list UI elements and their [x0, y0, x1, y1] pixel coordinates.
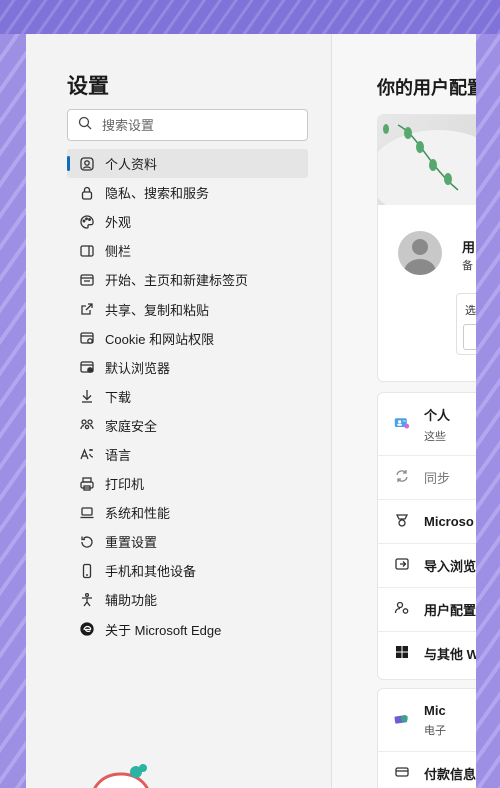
share-with-windows-row[interactable]: 与其他 W [378, 631, 476, 675]
payment-info-row[interactable]: 付款信息 [378, 751, 476, 788]
download-icon [79, 388, 95, 404]
nav-label: 个人资料 [105, 157, 158, 173]
accessibility-icon [79, 592, 95, 608]
reset-icon [79, 534, 95, 550]
palette-icon [79, 214, 95, 230]
nav-item-profile[interactable]: 个人资料 [67, 149, 308, 179]
edge-logo-icon [79, 621, 95, 637]
personal-info-row[interactable]: 个人 这些 [378, 393, 476, 455]
lock-icon [79, 185, 95, 201]
nav-label: 打印机 [105, 477, 145, 493]
nav-item-start-home[interactable]: 开始、主页和新建标签页 [67, 265, 308, 294]
row-label: 与其他 W [424, 647, 476, 662]
nav-label: 默认浏览器 [105, 360, 171, 376]
nav-item-system[interactable]: 系统和性能 [67, 498, 308, 527]
row-label: 个人 [424, 407, 451, 423]
settings-window: 设置 个人资料 隐私、搜索和服务 外观 侧栏 [26, 34, 476, 788]
home-tab-icon [79, 272, 95, 288]
browser-icon [79, 359, 95, 375]
wallet-card: Mic 电子 付款信息 [377, 688, 476, 788]
cookie-icon [79, 330, 95, 346]
nav-label: Cookie 和网站权限 [105, 331, 215, 347]
nav-label: 侧栏 [105, 244, 132, 260]
nav-item-cookies[interactable]: Cookie 和网站权限 [67, 324, 308, 353]
leaf-vine-decoration [378, 124, 476, 220]
profile-name: 用 [462, 240, 476, 255]
page-title: 你的用户配置 [377, 78, 476, 98]
profile-option-label: 选 [465, 305, 476, 317]
nav-label: 隐私、搜索和服务 [105, 186, 210, 202]
settings-nav: 个人资料 隐私、搜索和服务 外观 侧栏 开始、主页和新建标签页 共享、复制和粘贴 [67, 149, 308, 644]
row-label: 用户配置 [424, 603, 476, 618]
printer-icon [79, 476, 95, 492]
profile-option-field[interactable] [463, 324, 476, 350]
import-icon [394, 556, 410, 575]
settings-list-card: 个人 这些 同步 Microso 导入浏览 用户配置 与其他 W [377, 392, 476, 680]
nav-item-reset[interactable]: 重置设置 [67, 527, 308, 556]
nav-item-phone[interactable]: 手机和其他设备 [67, 556, 308, 585]
nav-item-about[interactable]: 关于 Microsoft Edge [67, 615, 308, 644]
family-icon [79, 417, 95, 433]
nav-item-accessibility[interactable]: 辅助功能 [67, 585, 308, 614]
profile-settings-icon [394, 600, 410, 619]
sync-row[interactable]: 同步 [378, 455, 476, 499]
nav-item-share[interactable]: 共享、复制和粘贴 [67, 294, 308, 323]
phone-icon [79, 563, 95, 579]
avatar[interactable] [398, 231, 442, 275]
nav-label: 外观 [105, 215, 132, 231]
nav-item-printers[interactable]: 打印机 [67, 469, 308, 498]
nav-label: 家庭安全 [105, 418, 158, 434]
windows-icon [394, 644, 410, 663]
nav-label: 辅助功能 [105, 593, 158, 609]
nav-label: 共享、复制和粘贴 [105, 302, 210, 318]
wallet-sub: 电子 [424, 724, 446, 737]
personal-illustration-icon [394, 415, 410, 434]
profile-icon [79, 156, 95, 172]
search-box[interactable] [67, 109, 308, 141]
row-label: Microso [424, 514, 474, 529]
nav-item-default-browser[interactable]: 默认浏览器 [67, 353, 308, 382]
top-decorative-band [0, 0, 500, 34]
laptop-icon [79, 505, 95, 521]
profile-preferences-row[interactable]: 用户配置 [378, 587, 476, 631]
mascot-illustration [93, 764, 149, 788]
profile-banner [378, 115, 476, 220]
nav-label: 下载 [105, 389, 132, 405]
main-panel: 你的用户配置 用 备 选 个人 这些 同步 Microso 导入浏览 用户配置 … [333, 34, 476, 788]
nav-item-downloads[interactable]: 下载 [67, 382, 308, 411]
nav-item-language[interactable]: 语言 [67, 440, 308, 469]
settings-sidebar: 设置 个人资料 隐私、搜索和服务 外观 侧栏 [26, 34, 332, 788]
profile-subtext: 备 [462, 260, 473, 272]
row-label: 同步 [424, 471, 451, 486]
nav-item-appearance[interactable]: 外观 [67, 207, 308, 236]
import-browser-data-row[interactable]: 导入浏览 [378, 543, 476, 587]
sidebar-icon [79, 243, 95, 259]
sync-icon [394, 468, 410, 487]
nav-label: 关于 Microsoft Edge [105, 622, 222, 638]
nav-item-privacy[interactable]: 隐私、搜索和服务 [67, 178, 308, 207]
row-label: 付款信息 [424, 767, 476, 782]
share-icon [79, 301, 95, 317]
nav-label: 系统和性能 [105, 506, 171, 522]
nav-label: 重置设置 [105, 535, 158, 551]
profile-card: 用 备 选 [377, 114, 476, 382]
nav-item-sidebar[interactable]: 侧栏 [67, 236, 308, 265]
wallet-illustration-icon [394, 711, 410, 730]
wallet-title: Mic [424, 702, 446, 718]
rewards-icon [394, 512, 410, 531]
row-label: 导入浏览 [424, 559, 476, 574]
search-input[interactable] [102, 117, 292, 133]
wallet-header-row[interactable]: Mic 电子 [378, 689, 476, 751]
profile-option-box: 选 [456, 293, 476, 355]
nav-label: 手机和其他设备 [105, 564, 197, 580]
language-icon [79, 446, 95, 462]
settings-title: 设置 [67, 75, 109, 98]
credit-card-icon [394, 764, 410, 783]
row-sub: 这些 [424, 430, 446, 443]
microsoft-rewards-row[interactable]: Microso [378, 499, 476, 543]
nav-item-family[interactable]: 家庭安全 [67, 411, 308, 440]
nav-label: 开始、主页和新建标签页 [105, 273, 249, 289]
search-icon [78, 116, 92, 135]
nav-label: 语言 [105, 447, 132, 463]
